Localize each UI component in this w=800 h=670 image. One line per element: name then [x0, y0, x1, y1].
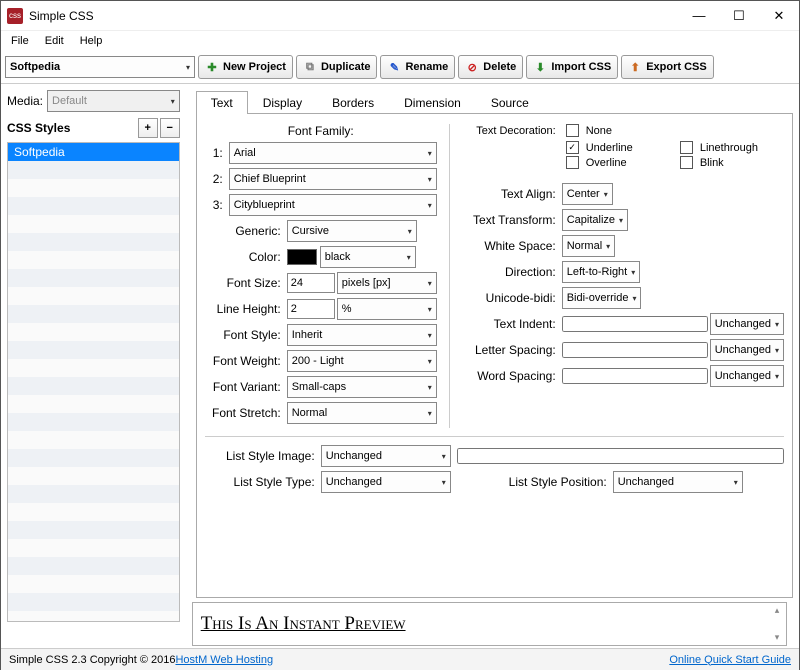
project-selector[interactable]: Softpedia▾	[5, 56, 195, 78]
duplicate-icon: ⧉	[303, 60, 317, 74]
text-decoration-label: Text Decoration:	[462, 125, 562, 137]
tab-dimension[interactable]: Dimension	[389, 91, 476, 114]
blink-checkbox[interactable]	[680, 156, 693, 169]
font-size-input[interactable]	[287, 273, 335, 293]
status-bar: Simple CSS 2.3 Copyright © 2016 HostM We…	[1, 648, 799, 670]
remove-style-button[interactable]: −	[160, 118, 180, 138]
font-stretch-select[interactable]: Normal▾	[287, 402, 437, 424]
minimize-button[interactable]: —	[679, 2, 719, 30]
line-height-unit[interactable]: %▾	[337, 298, 437, 320]
font-style-select[interactable]: Inherit▾	[287, 324, 437, 346]
direction-select[interactable]: Left-to-Right▾	[562, 261, 641, 283]
new-icon: ✚	[205, 60, 219, 74]
preview-text: This Is An Instant Preview	[201, 613, 406, 635]
menu-file[interactable]: File	[5, 33, 35, 49]
add-style-button[interactable]: +	[138, 118, 158, 138]
tabs: Text Display Borders Dimension Source	[196, 90, 793, 114]
white-space-select[interactable]: Normal▾	[562, 235, 615, 257]
generic-select[interactable]: Cursive▾	[287, 220, 417, 242]
preview-scrollbar[interactable]: ▴▾	[770, 605, 784, 643]
import-icon: ⬇	[533, 60, 547, 74]
preview-pane: This Is An Instant Preview ▴▾	[192, 602, 787, 646]
font-size-unit[interactable]: pixels [px]▾	[337, 272, 437, 294]
export-css-button[interactable]: ⬆Export CSS	[621, 55, 714, 79]
media-selector[interactable]: Default▾	[47, 90, 180, 112]
import-css-button[interactable]: ⬇Import CSS	[526, 55, 618, 79]
linethrough-checkbox[interactable]	[680, 141, 693, 154]
word-spacing-input[interactable]	[562, 368, 708, 384]
list-position-select[interactable]: Unchanged▾	[613, 471, 743, 493]
media-label: Media:	[7, 94, 43, 108]
letter-spacing-unit[interactable]: Unchanged▾	[710, 339, 784, 361]
rename-button[interactable]: ✎Rename	[380, 55, 455, 79]
tab-display[interactable]: Display	[248, 91, 317, 114]
new-project-button[interactable]: ✚New Project	[198, 55, 293, 79]
text-indent-input[interactable]	[562, 316, 708, 332]
duplicate-button[interactable]: ⧉Duplicate	[296, 55, 378, 79]
list-image-input[interactable]	[457, 448, 784, 464]
color-swatch[interactable]	[287, 249, 317, 265]
quick-start-link[interactable]: Online Quick Start Guide	[669, 654, 791, 666]
font-family-label: Font Family:	[205, 124, 437, 138]
list-type-select[interactable]: Unchanged▾	[321, 471, 451, 493]
font3-select[interactable]: Cityblueprint▾	[229, 194, 437, 216]
list-image-select[interactable]: Unchanged▾	[321, 445, 451, 467]
list-item[interactable]: Softpedia	[8, 143, 179, 161]
rename-icon: ✎	[387, 60, 401, 74]
overline-checkbox[interactable]	[566, 156, 579, 169]
font-weight-select[interactable]: 200 - Light▾	[287, 350, 437, 372]
font-variant-select[interactable]: Small-caps▾	[287, 376, 437, 398]
titlebar: css Simple CSS — ☐ ✕	[1, 1, 799, 31]
tab-borders[interactable]: Borders	[317, 91, 389, 114]
tab-source[interactable]: Source	[476, 91, 544, 114]
font2-select[interactable]: Chief Blueprint▾	[229, 168, 437, 190]
app-icon: css	[7, 8, 23, 24]
sidebar: Media: Default▾ CSS Styles + − Softpedia	[1, 84, 186, 646]
export-icon: ⬆	[628, 60, 642, 74]
hostm-link[interactable]: HostM Web Hosting	[175, 654, 273, 666]
line-height-input[interactable]	[287, 299, 335, 319]
none-checkbox[interactable]	[566, 124, 579, 137]
delete-button[interactable]: ⊘Delete	[458, 55, 523, 79]
unicode-bidi-select[interactable]: Bidi-override▾	[562, 287, 642, 309]
color-select[interactable]: black▾	[320, 246, 416, 268]
menu-edit[interactable]: Edit	[39, 33, 70, 49]
underline-checkbox[interactable]: ✓	[566, 141, 579, 154]
maximize-button[interactable]: ☐	[719, 2, 759, 30]
text-transform-select[interactable]: Capitalize▾	[562, 209, 628, 231]
close-button[interactable]: ✕	[759, 2, 799, 30]
styles-list[interactable]: Softpedia	[7, 142, 180, 622]
css-styles-label: CSS Styles	[7, 121, 136, 135]
window-title: Simple CSS	[29, 9, 679, 23]
menubar: File Edit Help	[1, 31, 799, 51]
text-align-select[interactable]: Center▾	[562, 183, 613, 205]
delete-icon: ⊘	[465, 60, 479, 74]
text-panel: Font Family: 1:Arial▾ 2:Chief Blueprint▾…	[196, 114, 793, 598]
menu-help[interactable]: Help	[74, 33, 109, 49]
word-spacing-unit[interactable]: Unchanged▾	[710, 365, 784, 387]
font1-select[interactable]: Arial▾	[229, 142, 437, 164]
text-indent-unit[interactable]: Unchanged▾	[710, 313, 784, 335]
tab-text[interactable]: Text	[196, 91, 248, 114]
letter-spacing-input[interactable]	[562, 342, 708, 358]
toolbar: Softpedia▾ ✚New Project ⧉Duplicate ✎Rena…	[1, 51, 799, 84]
